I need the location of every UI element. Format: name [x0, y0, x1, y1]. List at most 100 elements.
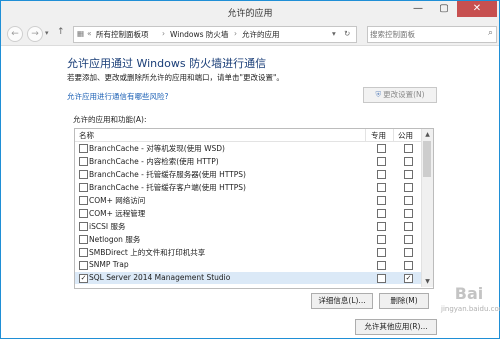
breadcrumb-item-all-items[interactable]: 所有控制面板项 — [96, 29, 149, 40]
breadcrumb-overflow[interactable]: « — [87, 29, 92, 38]
search-box[interactable]: ⌕ — [367, 26, 497, 43]
navigation-bar: ← → ▾ ↑ ▦ « 所有控制面板项 › Windows 防火墙 › 允许的应… — [1, 23, 499, 46]
list-item[interactable]: SNMP Trap — [75, 259, 421, 271]
list-item[interactable]: COM+ 远程管理 — [75, 207, 421, 219]
app-name: BranchCache - 托管缓存服务器(使用 HTTPS) — [89, 170, 246, 179]
app-enable-checkbox[interactable] — [79, 209, 88, 218]
public-checkbox[interactable] — [404, 170, 413, 179]
app-name: SNMP Trap — [89, 260, 129, 269]
scroll-down-arrow-icon[interactable]: ▼ — [422, 276, 433, 287]
private-checkbox[interactable] — [377, 157, 386, 166]
change-settings-label: 更改设置(N) — [383, 90, 425, 99]
allowed-apps-list[interactable]: 名称 专用 公用 BranchCache - 对等机发现(使用 WSD) Bra… — [74, 128, 434, 289]
search-icon[interactable]: ⌕ — [488, 28, 493, 38]
change-settings-button[interactable]: ⛨ 更改设置(N) — [363, 87, 437, 103]
private-checkbox[interactable] — [377, 222, 386, 231]
maximize-button[interactable]: ▢ — [431, 1, 457, 17]
app-enable-checkbox[interactable] — [79, 157, 88, 166]
recent-pages-dropdown-icon[interactable]: ▾ — [45, 29, 49, 37]
allowed-apps-label: 允许的应用和功能(A): — [73, 115, 147, 124]
allow-another-app-button[interactable]: 允许其他应用(R)... — [355, 319, 437, 335]
private-checkbox[interactable] — [377, 235, 386, 244]
app-enable-checkbox[interactable] — [79, 248, 88, 257]
private-checkbox[interactable] — [377, 261, 386, 270]
page-description: 若要添加、更改或删除所允许的应用和端口，请单击"更改设置"。 — [67, 73, 284, 82]
list-item[interactable]: ✓ SQL Server 2014 Management Studio ✓ — [75, 272, 421, 284]
column-header-name[interactable]: 名称 — [79, 130, 94, 141]
app-enable-checkbox[interactable] — [79, 222, 88, 231]
public-checkbox[interactable] — [404, 261, 413, 270]
app-enable-checkbox[interactable] — [79, 144, 88, 153]
list-item[interactable]: SMBDirect 上的文件和打印机共享 — [75, 246, 421, 258]
scrollbar-thumb[interactable] — [423, 141, 431, 177]
title-bar[interactable]: 允许的应用 — ▢ ✕ — [1, 1, 499, 23]
breadcrumb-item-firewall[interactable]: Windows 防火墙 — [170, 29, 228, 40]
app-enable-checkbox[interactable] — [79, 235, 88, 244]
public-checkbox[interactable] — [404, 248, 413, 257]
details-button[interactable]: 详细信息(L)... — [311, 293, 373, 309]
private-checkbox[interactable] — [377, 196, 386, 205]
breadcrumb-separator[interactable]: › — [234, 29, 237, 38]
forward-button[interactable]: → — [27, 26, 43, 42]
list-scrollbar[interactable]: ▲ ▼ — [421, 129, 433, 287]
column-header-public[interactable]: 公用 — [398, 130, 413, 141]
breadcrumb-item-allowed-apps[interactable]: 允许的应用 — [242, 29, 280, 40]
public-checkbox[interactable] — [404, 222, 413, 231]
address-bar[interactable]: ▦ « 所有控制面板项 › Windows 防火墙 › 允许的应用 ▾ ↻ — [73, 26, 357, 43]
refresh-icon[interactable]: ↻ — [344, 29, 350, 38]
column-divider[interactable] — [393, 129, 394, 141]
list-item[interactable]: BranchCache - 内容检索(使用 HTTP) — [75, 155, 421, 167]
list-item[interactable]: BranchCache - 托管缓存客户端(使用 HTTPS) — [75, 181, 421, 193]
list-item[interactable]: Netlogon 服务 — [75, 233, 421, 245]
app-enable-checkbox[interactable] — [79, 170, 88, 179]
list-item[interactable]: BranchCache - 对等机发现(使用 WSD) — [75, 142, 421, 154]
scroll-up-arrow-icon[interactable]: ▲ — [422, 129, 433, 140]
app-name: BranchCache - 托管缓存客户端(使用 HTTPS) — [89, 183, 246, 192]
app-enable-checkbox[interactable] — [79, 261, 88, 270]
private-checkbox[interactable] — [377, 274, 386, 283]
list-item[interactable]: iSCSI 服务 — [75, 220, 421, 232]
risk-info-link[interactable]: 允许应用进行通信有哪些风险? — [67, 91, 168, 102]
app-name: iSCSI 服务 — [89, 222, 126, 231]
watermark: Bai jingyan.baidu.com — [441, 283, 500, 331]
app-name: COM+ 远程管理 — [89, 209, 146, 218]
address-dropdown-icon[interactable]: ▾ — [332, 29, 336, 38]
list-item[interactable]: COM+ 网络访问 — [75, 194, 421, 206]
minimize-button[interactable]: — — [405, 1, 431, 17]
app-name: COM+ 网络访问 — [89, 196, 146, 205]
private-checkbox[interactable] — [377, 144, 386, 153]
search-input[interactable] — [370, 28, 480, 40]
private-checkbox[interactable] — [377, 170, 386, 179]
app-name: SQL Server 2014 Management Studio — [89, 273, 231, 282]
column-header-private[interactable]: 专用 — [371, 130, 386, 141]
app-name: BranchCache - 对等机发现(使用 WSD) — [89, 144, 225, 153]
list-item[interactable]: BranchCache - 托管缓存服务器(使用 HTTPS) — [75, 168, 421, 180]
public-checkbox[interactable] — [404, 196, 413, 205]
column-divider[interactable] — [365, 129, 366, 141]
list-header: 名称 专用 公用 — [75, 129, 421, 142]
public-checkbox[interactable] — [404, 183, 413, 192]
app-enable-checkbox[interactable] — [79, 196, 88, 205]
app-enable-checkbox[interactable]: ✓ — [79, 274, 88, 283]
firewall-window: 允许的应用 — ▢ ✕ ← → ▾ ↑ ▦ « 所有控制面板项 › Window… — [0, 0, 500, 339]
breadcrumb-separator[interactable]: › — [162, 29, 165, 38]
public-checkbox[interactable] — [404, 235, 413, 244]
app-name: BranchCache - 内容检索(使用 HTTP) — [89, 157, 219, 166]
private-checkbox[interactable] — [377, 183, 386, 192]
public-checkbox[interactable]: ✓ — [404, 274, 413, 283]
back-button[interactable]: ← — [7, 26, 23, 42]
public-checkbox[interactable] — [404, 144, 413, 153]
watermark-text: jingyan.baidu.com — [441, 305, 500, 313]
public-checkbox[interactable] — [404, 157, 413, 166]
shield-icon: ⛨ — [375, 90, 382, 99]
up-level-button[interactable]: ↑ — [57, 27, 65, 37]
private-checkbox[interactable] — [377, 209, 386, 218]
private-checkbox[interactable] — [377, 248, 386, 257]
control-panel-icon: ▦ — [77, 29, 85, 38]
public-checkbox[interactable] — [404, 209, 413, 218]
watermark-logo: Bai — [454, 284, 484, 303]
app-enable-checkbox[interactable] — [79, 183, 88, 192]
remove-button[interactable]: 删除(M) — [379, 293, 429, 309]
app-name: SMBDirect 上的文件和打印机共享 — [89, 248, 206, 257]
close-button[interactable]: ✕ — [457, 1, 497, 17]
